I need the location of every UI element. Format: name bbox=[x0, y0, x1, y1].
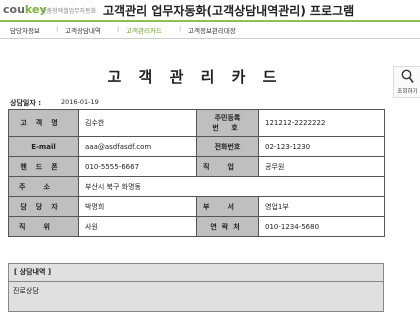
dept-value[interactable]: 영업1부 bbox=[258, 196, 385, 217]
magnifier-icon bbox=[401, 69, 414, 83]
logo-subtitle: 맞춤형엑셀업무자동화 bbox=[41, 8, 97, 15]
mobile-value[interactable]: 010-5555-6667 bbox=[78, 156, 197, 177]
manager-value[interactable]: 박명희 bbox=[78, 196, 197, 217]
tab-separator: | bbox=[179, 25, 182, 33]
jumin-label: 주민등록 번 호 bbox=[196, 109, 259, 137]
tab-customer-card[interactable]: 고객관리카드 bbox=[126, 25, 162, 35]
position-label: 직위 bbox=[8, 216, 79, 237]
card-title: 고 객 관 리 카 드 bbox=[107, 68, 283, 86]
contact-value[interactable]: 010-1234-5680 bbox=[258, 216, 385, 237]
manager-label: 담당자 bbox=[8, 196, 79, 217]
consult-date-label: 상담일자 : bbox=[10, 99, 41, 107]
tab-manager-info[interactable]: 담당자정보 bbox=[10, 25, 40, 35]
phone-label: 전화번호 bbox=[196, 136, 259, 157]
search-button-label: 조회하기 bbox=[397, 89, 418, 95]
tab-consult-history[interactable]: 고객상담내역 bbox=[65, 25, 101, 35]
name-label: 고객명 bbox=[8, 109, 79, 137]
job-label: 직업 bbox=[196, 156, 259, 177]
email-label: E-mail bbox=[8, 136, 79, 157]
consult-date-value[interactable]: 2016-01-19 bbox=[61, 98, 99, 106]
consult-section: [ 상담내역 ] 진로상담 bbox=[8, 263, 384, 312]
app-title: 고객관리 업무자동화(고객상담내역관리) 프로그램 bbox=[103, 4, 355, 18]
address-value[interactable]: 부산시 북구 화명동 bbox=[78, 176, 385, 197]
jumin-label-line2: 번 호 bbox=[212, 124, 243, 132]
email-value[interactable]: aaa@asdfasdf.com bbox=[78, 136, 197, 157]
address-label: 주소 bbox=[8, 176, 79, 197]
tab-separator: | bbox=[117, 25, 120, 33]
search-button[interactable]: 조회하기 bbox=[393, 66, 420, 98]
tab-customer-ledger[interactable]: 고객정보관리대장 bbox=[188, 25, 236, 35]
phone-value[interactable]: 02-123-1230 bbox=[258, 136, 385, 157]
customer-info-table: 고객명 김수한 주민등록 번 호 121212-2222222 E-mail a… bbox=[8, 109, 385, 237]
app-header: coukey 맞춤형엑셀업무자동화 고객관리 업무자동화(고객상담내역관리) 프… bbox=[0, 0, 420, 20]
nav-tabs: 담당자정보 | 고객상담내역 | 고객관리카드 | 고객정보관리대장 bbox=[0, 22, 420, 39]
position-value[interactable]: 사원 bbox=[78, 216, 197, 237]
name-value[interactable]: 김수한 bbox=[78, 109, 197, 137]
jumin-value[interactable]: 121212-2222222 bbox=[258, 109, 385, 137]
consult-header: [ 상담내역 ] bbox=[8, 263, 384, 282]
consult-content[interactable]: 진로상담 bbox=[8, 282, 384, 312]
job-value[interactable]: 공무원 bbox=[258, 156, 385, 177]
contact-label: 연락처 bbox=[196, 216, 259, 237]
mobile-label: 핸드폰 bbox=[8, 156, 79, 177]
jumin-label-line1: 주민등록 bbox=[214, 114, 241, 122]
tab-separator: | bbox=[56, 25, 59, 33]
dept-label: 부서 bbox=[196, 196, 259, 217]
